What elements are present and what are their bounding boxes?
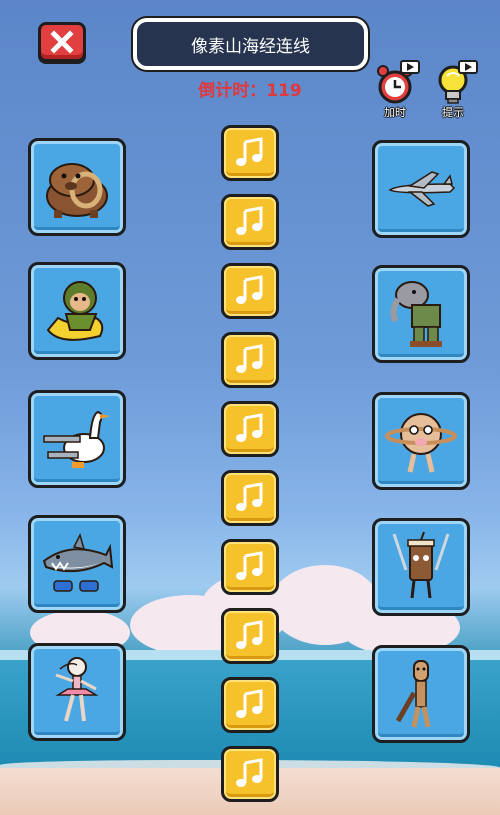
close-button[interactable] bbox=[38, 22, 86, 62]
music-note-icon bbox=[236, 413, 263, 442]
capybara-icon bbox=[46, 163, 108, 218]
music-note-icon bbox=[236, 620, 263, 649]
music-note-icon bbox=[236, 551, 263, 580]
airplane-icon bbox=[388, 171, 456, 207]
card-ballerina[interactable] bbox=[28, 643, 126, 741]
countdown-value: 119 bbox=[266, 81, 302, 101]
game-title: 像素山海经连线 bbox=[133, 18, 368, 70]
video-ad-icon bbox=[458, 60, 478, 74]
music-button[interactable] bbox=[221, 470, 279, 526]
music-button[interactable] bbox=[221, 608, 279, 664]
coffee-sword-icon bbox=[392, 531, 450, 599]
music-note-icon bbox=[236, 275, 263, 304]
card-goose-plane[interactable] bbox=[28, 390, 126, 488]
wood-bat-icon bbox=[395, 660, 431, 728]
countdown-label: 倒计时： bbox=[198, 81, 267, 101]
card-planet-cow[interactable] bbox=[372, 392, 470, 490]
monkey-banana-icon bbox=[46, 281, 104, 341]
card-coffee-swords[interactable] bbox=[372, 518, 470, 616]
music-button[interactable] bbox=[221, 194, 279, 250]
close-icon bbox=[50, 30, 74, 54]
music-note-icon bbox=[236, 206, 263, 235]
music-note-icon bbox=[236, 482, 263, 511]
card-monkey-banana[interactable] bbox=[28, 262, 126, 360]
shark-sneakers-icon bbox=[42, 532, 114, 592]
card-shark-sneakers[interactable] bbox=[28, 515, 126, 613]
music-button[interactable] bbox=[221, 677, 279, 733]
hint-button[interactable]: 提示 bbox=[428, 60, 478, 120]
card-wood-bat[interactable] bbox=[372, 645, 470, 743]
card-elephant[interactable] bbox=[372, 265, 470, 363]
planet-cow-icon bbox=[385, 413, 457, 473]
elephant-icon bbox=[390, 281, 442, 347]
card-airplane[interactable] bbox=[372, 140, 470, 238]
music-note-icon bbox=[236, 137, 263, 166]
music-note-icon bbox=[236, 689, 263, 718]
hint-label: 提示 bbox=[442, 106, 464, 119]
music-button[interactable] bbox=[221, 746, 279, 802]
music-button[interactable] bbox=[221, 539, 279, 595]
ballerina-icon bbox=[55, 657, 99, 722]
card-capybara[interactable] bbox=[28, 138, 126, 236]
add-time-button[interactable]: 加时 bbox=[370, 60, 420, 120]
countdown-timer: 倒计时：119 bbox=[150, 76, 350, 101]
goose-plane-icon bbox=[43, 410, 110, 468]
music-button[interactable] bbox=[221, 332, 279, 388]
music-button[interactable] bbox=[221, 125, 279, 181]
music-button[interactable] bbox=[221, 263, 279, 319]
video-ad-icon bbox=[400, 60, 420, 74]
music-note-icon bbox=[236, 344, 263, 373]
music-note-icon bbox=[236, 758, 263, 787]
music-button[interactable] bbox=[221, 401, 279, 457]
add-time-label: 加时 bbox=[384, 106, 406, 119]
